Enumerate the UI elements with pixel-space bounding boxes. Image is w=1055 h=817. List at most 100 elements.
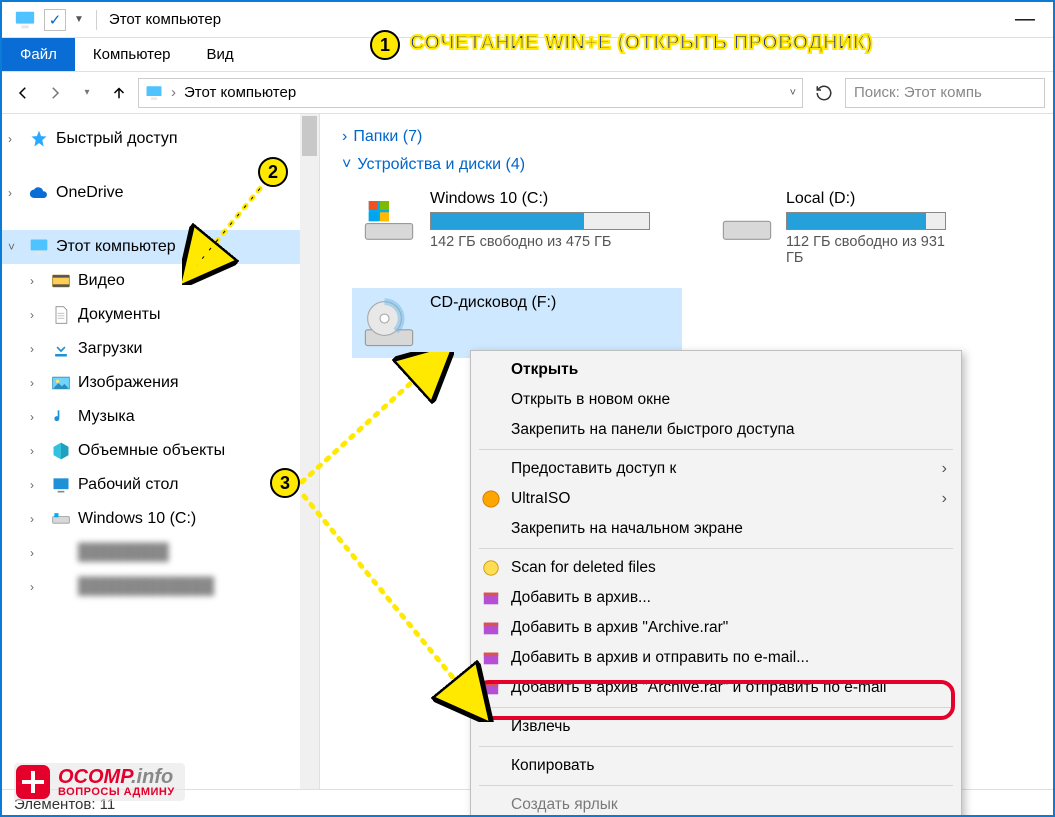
- pc-icon: [28, 236, 50, 258]
- back-button[interactable]: [10, 80, 36, 106]
- drive-f[interactable]: CD-дисковод (F:): [352, 288, 682, 358]
- sidebar-label: Быстрый доступ: [56, 130, 178, 148]
- qat-dropdown-icon[interactable]: ▼: [74, 14, 84, 25]
- desktop-icon: [50, 474, 72, 496]
- chevron-right-icon[interactable]: ›: [30, 274, 44, 288]
- sidebar-label: Windows 10 (C:): [78, 510, 196, 528]
- ctx-ultraiso[interactable]: UltraISO›: [471, 484, 961, 514]
- ctx-add-archive[interactable]: Добавить в архив...: [471, 583, 961, 613]
- sidebar-hidden-1[interactable]: ›████████: [2, 536, 319, 570]
- capacity-bar: [786, 212, 946, 230]
- pc-icon: [14, 9, 36, 31]
- cloud-icon: [28, 182, 50, 204]
- chevron-right-icon[interactable]: ›: [30, 376, 44, 390]
- sidebar-pictures[interactable]: › Изображения: [2, 366, 319, 400]
- minimize-button[interactable]: —: [1003, 8, 1047, 31]
- chevron-down-icon: ˅: [342, 156, 351, 174]
- tab-file[interactable]: Файл: [2, 38, 75, 71]
- ctx-open-new[interactable]: Открыть в новом окне: [471, 385, 961, 415]
- document-icon: [50, 304, 72, 326]
- video-icon: [50, 270, 72, 292]
- qat-properties-icon[interactable]: ✓: [44, 9, 66, 31]
- chevron-right-icon[interactable]: ›: [30, 444, 44, 458]
- cd-drive-icon: [360, 294, 418, 352]
- download-icon: [50, 338, 72, 360]
- group-folders[interactable]: › Папки (7): [342, 128, 1041, 146]
- ctx-add-rar-email[interactable]: Добавить в архив "Archive.rar" и отправи…: [471, 673, 961, 703]
- sidebar-music[interactable]: › Музыка: [2, 400, 319, 434]
- sidebar-label: Видео: [78, 272, 125, 290]
- sidebar-drive-c[interactable]: › Windows 10 (C:): [2, 502, 319, 536]
- drive-icon: [360, 190, 418, 248]
- tab-view[interactable]: Вид: [189, 38, 252, 71]
- watermark-logo: OCOMP.info ВОПРОСЫ АДМИНУ: [14, 763, 185, 801]
- ctx-add-archive-rar[interactable]: Добавить в архив "Archive.rar": [471, 613, 961, 643]
- breadcrumb-bar[interactable]: › Этот компьютер ˅: [138, 78, 803, 108]
- pc-icon: [145, 84, 163, 102]
- picture-icon: [50, 372, 72, 394]
- group-devices[interactable]: ˅ Устройства и диски (4): [342, 156, 1041, 174]
- chevron-right-icon[interactable]: ›: [8, 186, 22, 200]
- sidebar-label: Этот компьютер: [56, 238, 176, 256]
- chevron-right-icon[interactable]: ›: [30, 410, 44, 424]
- sidebar-label: Изображения: [78, 374, 179, 392]
- forward-button[interactable]: [42, 80, 68, 106]
- chevron-right-icon[interactable]: ›: [30, 512, 44, 526]
- plus-icon: [16, 765, 50, 799]
- recent-dropdown[interactable]: ▾: [74, 80, 100, 106]
- up-button[interactable]: [106, 80, 132, 106]
- search-placeholder: Поиск: Этот компь: [854, 84, 982, 101]
- sidebar-quick-access[interactable]: › Быстрый доступ: [2, 122, 319, 156]
- annotation-arrow-2: [182, 170, 292, 285]
- ctx-create-shortcut[interactable]: Создать ярлык: [471, 790, 961, 817]
- chevron-down-icon[interactable]: ˅: [8, 240, 22, 254]
- drive-d[interactable]: Local (D:) 112 ГБ свободно из 931 ГБ: [712, 184, 942, 272]
- capacity-bar: [430, 212, 650, 230]
- drive-icon: [720, 190, 774, 248]
- sidebar-label: Объемные объекты: [78, 442, 225, 460]
- sidebar-downloads[interactable]: › Загрузки: [2, 332, 319, 366]
- sidebar-label: Загрузки: [78, 340, 142, 358]
- sidebar-label: Музыка: [78, 408, 135, 426]
- ctx-eject[interactable]: Извлечь: [471, 712, 961, 742]
- chevron-right-icon: ›: [942, 490, 947, 508]
- drive-name: CD-дисковод (F:): [430, 294, 556, 312]
- sidebar-documents[interactable]: › Документы: [2, 298, 319, 332]
- annotation-text-1: СОЧЕТАНИЕ WIN+E (ОТКРЫТЬ ПРОВОДНИК): [410, 32, 873, 55]
- sidebar-label: OneDrive: [56, 184, 124, 202]
- chevron-right-icon: ›: [942, 460, 947, 478]
- refresh-button[interactable]: [809, 78, 839, 108]
- chevron-right-icon: ›: [171, 84, 176, 101]
- window-title: Этот компьютер: [109, 11, 221, 28]
- ctx-pin-start[interactable]: Закрепить на начальном экране: [471, 514, 961, 544]
- sidebar-3d-objects[interactable]: › Объемные объекты: [2, 434, 319, 468]
- search-input[interactable]: Поиск: Этот компь: [845, 78, 1045, 108]
- ctx-scan-deleted[interactable]: Scan for deleted files: [471, 553, 961, 583]
- chevron-right-icon[interactable]: ›: [8, 132, 22, 146]
- drive-sub: 112 ГБ свободно из 931 ГБ: [786, 234, 946, 266]
- ctx-share[interactable]: Предоставить доступ к›: [471, 454, 961, 484]
- annotation-badge-2: 2: [258, 157, 288, 187]
- ctx-add-email[interactable]: Добавить в архив и отправить по e-mail..…: [471, 643, 961, 673]
- drive-icon: [50, 508, 72, 530]
- chevron-right-icon: ›: [342, 128, 347, 146]
- annotation-badge-1: 1: [370, 30, 400, 60]
- annotation-badge-3: 3: [270, 468, 300, 498]
- chevron-right-icon[interactable]: ›: [30, 342, 44, 356]
- ctx-copy[interactable]: Копировать: [471, 751, 961, 781]
- sidebar-label: Рабочий стол: [78, 476, 178, 494]
- annotation-arrow-3a: [294, 352, 454, 502]
- breadcrumb-root[interactable]: Этот компьютер: [184, 84, 296, 101]
- chevron-right-icon[interactable]: ›: [30, 478, 44, 492]
- breadcrumb-dropdown-icon[interactable]: ˅: [790, 87, 796, 99]
- tab-computer[interactable]: Компьютер: [75, 38, 189, 71]
- ctx-open[interactable]: Открыть: [471, 355, 961, 385]
- explorer-window: ✓ ▼ Этот компьютер — Файл Компьютер Вид …: [0, 0, 1055, 817]
- chevron-right-icon[interactable]: ›: [30, 308, 44, 322]
- star-icon: [28, 128, 50, 150]
- drive-name: Windows 10 (C:): [430, 190, 650, 208]
- drive-c[interactable]: Windows 10 (C:) 142 ГБ свободно из 475 Г…: [352, 184, 682, 272]
- sidebar-hidden-2[interactable]: ›████████████: [2, 570, 319, 604]
- ctx-pin-quick[interactable]: Закрепить на панели быстрого доступа: [471, 415, 961, 445]
- sidebar-label: Документы: [78, 306, 160, 324]
